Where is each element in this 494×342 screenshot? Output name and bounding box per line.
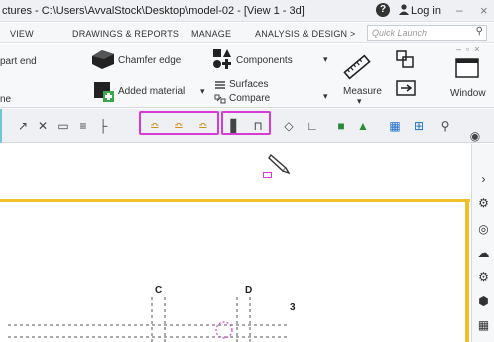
layer-icon[interactable]: ≏ (172, 119, 186, 133)
tab-view[interactable]: VIEW (10, 29, 34, 39)
added-material-icon[interactable] (94, 82, 114, 102)
portal-icon[interactable]: ⊓ (251, 119, 265, 133)
help-icon[interactable]: ? (376, 3, 390, 17)
quick-launch-input[interactable]: Quick Launch ⚲ (367, 25, 487, 41)
login-link[interactable]: Log in (411, 5, 441, 17)
grid-lines (8, 297, 290, 342)
part-end-button[interactable]: part end (0, 56, 37, 67)
chevron-down-icon[interactable]: ▾ (200, 86, 205, 97)
beam-icon[interactable]: ≡ (76, 119, 90, 133)
node-icon[interactable]: ▲ (356, 119, 370, 133)
model-viewport[interactable]: C D 3 (0, 144, 470, 342)
layer-icon[interactable]: ≏ (196, 119, 210, 133)
compare-icon[interactable] (214, 92, 226, 104)
compare-label[interactable]: Compare (229, 93, 270, 104)
frame-icon[interactable]: ▭ (56, 119, 70, 133)
measure-label[interactable]: Measure (343, 86, 382, 97)
view-transform-icon[interactable] (396, 50, 414, 68)
view-toolbar: ↗ ✕ ▭ ≡ ├ ≏ ≏ ≏ ▋ ⊓ ◇ ∟ ■ ▲ ▦ ⊞ ⚲ ◉ (0, 109, 494, 143)
grid-label-d: D (245, 285, 253, 296)
grid-label-c: C (155, 285, 163, 296)
layer-icon[interactable]: ≏ (148, 119, 162, 133)
minimize-button[interactable]: – (456, 3, 463, 17)
ribbon-minimize-icon[interactable]: – ▫ × (456, 44, 479, 54)
surfaces-label[interactable]: Surfaces (229, 79, 268, 90)
grid-icon[interactable]: ⊞ (412, 119, 426, 133)
layout-icon[interactable]: ▦ (476, 318, 491, 333)
components-icon[interactable] (212, 48, 232, 72)
zoom-icon[interactable]: ⚲ (438, 119, 452, 133)
close-button[interactable]: × (480, 3, 488, 18)
angle-icon[interactable]: ∟ (305, 119, 319, 133)
ribbon-panel: part end ne Chamfer edge Added material … (0, 44, 494, 108)
package-icon[interactable]: ⬢ (476, 294, 491, 309)
snap-icon[interactable]: ↗ (16, 119, 30, 133)
tab-manage[interactable]: MANAGE (191, 29, 231, 39)
cloud-icon[interactable]: ☁ (476, 246, 491, 261)
section-icon[interactable]: ▋ (228, 119, 242, 133)
surfaces-icon[interactable] (214, 78, 226, 89)
chamfer-edge-label[interactable]: Chamfer edge (118, 55, 181, 66)
user-icon[interactable] (399, 4, 409, 18)
chamfer-edge-icon[interactable] (88, 48, 116, 70)
window-icon[interactable] (455, 58, 479, 78)
window-title: ctures - C:\Users\AvvalStock\Desktop\mod… (2, 5, 305, 17)
cut-icon[interactable]: ✕ (36, 119, 50, 133)
switch-window-icon[interactable] (396, 80, 416, 96)
right-side-panel: › ⚙ ◎ ☁ ⚙ ⬢ ▦ (471, 144, 494, 342)
ruler-icon[interactable] (342, 52, 372, 82)
chevron-down-icon[interactable]: ▾ (323, 91, 328, 102)
title-bar: ctures - C:\Users\AvvalStock\Desktop\mod… (0, 0, 494, 22)
eye-icon[interactable]: ◉ (468, 129, 482, 143)
chevron-down-icon[interactable]: ▾ (323, 54, 328, 65)
components-label[interactable]: Components (236, 55, 293, 66)
column-icon[interactable]: ├ (96, 119, 110, 133)
tab-analysis-design[interactable]: ANALYSIS & DESIGN > (255, 29, 355, 39)
ribbon-label-ne: ne (0, 94, 12, 105)
search-icon: ⚲ (475, 26, 483, 37)
grid-label-3: 3 (290, 302, 296, 313)
tab-drawings-reports[interactable]: DRAWINGS & REPORTS (72, 29, 179, 39)
added-material-label[interactable]: Added material (118, 86, 185, 97)
quick-launch-placeholder: Quick Launch (372, 28, 428, 38)
ribbon-tab-row: VIEW DRAWINGS & REPORTS MANAGE ANALYSIS … (0, 23, 494, 43)
grid-icon[interactable]: ▦ (388, 119, 402, 133)
window-label[interactable]: Window (450, 88, 486, 99)
chevron-down-icon[interactable]: ▾ (357, 96, 362, 107)
chevron-right-icon[interactable]: › (476, 172, 491, 187)
gear-icon[interactable]: ⚙ (476, 270, 491, 285)
diamond-icon[interactable]: ◇ (282, 119, 296, 133)
properties-icon[interactable]: ⚙ (476, 196, 491, 211)
globe-icon[interactable]: ◎ (476, 222, 491, 237)
mesh-icon[interactable]: ■ (334, 119, 348, 133)
